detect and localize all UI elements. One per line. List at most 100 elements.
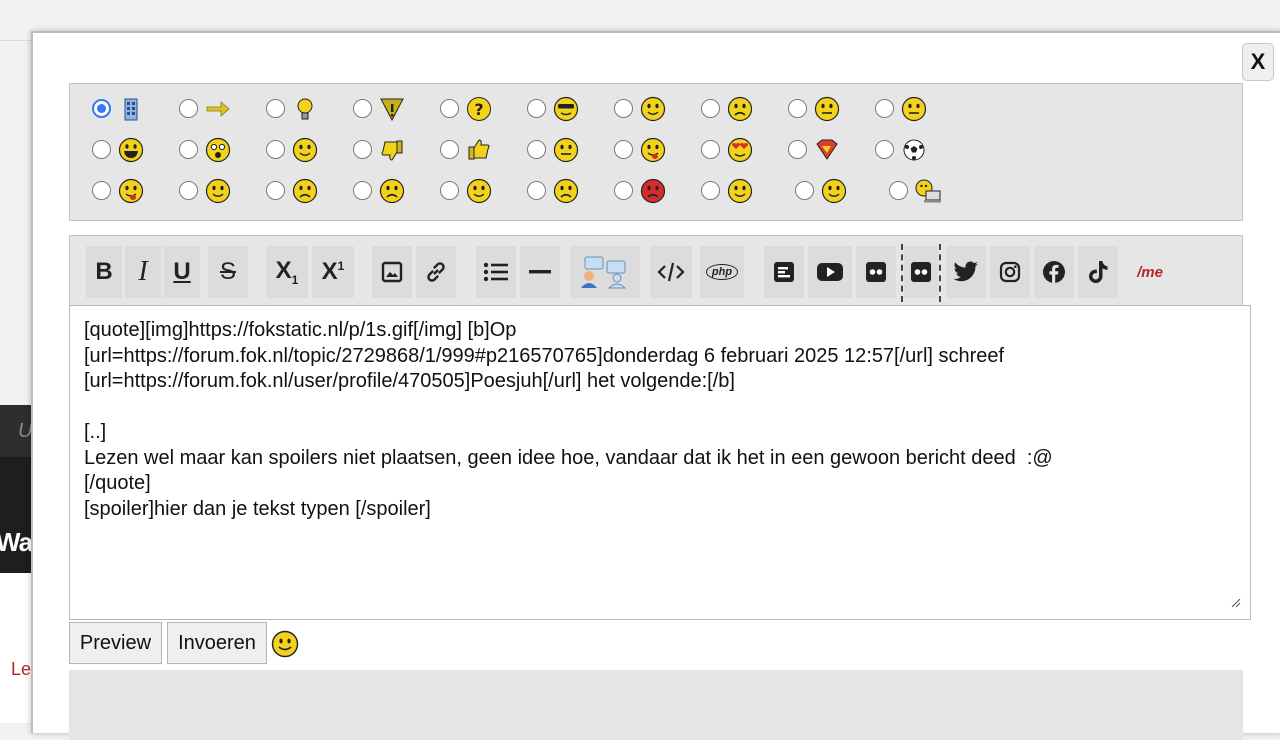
code-button[interactable]: [650, 246, 692, 298]
icon-option-frown[interactable]: [701, 93, 771, 125]
icon-radio[interactable]: [92, 99, 111, 118]
icon-radio[interactable]: [440, 99, 459, 118]
icon-option-drooling[interactable]: [92, 175, 162, 207]
link-button[interactable]: [416, 246, 456, 298]
icon-radio[interactable]: [788, 99, 807, 118]
icon-option-sad[interactable]: [266, 175, 336, 207]
lightbulb-icon: [297, 98, 313, 120]
icon-option-question[interactable]: ?: [440, 93, 510, 125]
icon-radio[interactable]: [875, 99, 894, 118]
icon-radio[interactable]: [440, 181, 459, 200]
flickr-set-icon: [911, 262, 931, 282]
icon-radio[interactable]: [788, 140, 807, 159]
icon-radio[interactable]: [179, 99, 198, 118]
superscript-icon: X1: [321, 258, 345, 285]
youtube-button[interactable]: [808, 246, 852, 298]
preview-button[interactable]: Preview: [69, 622, 162, 664]
icon-radio[interactable]: [614, 181, 633, 200]
icon-option-clap[interactable]: [701, 175, 771, 207]
icon-option-smile[interactable]: [614, 93, 684, 125]
php-code-button[interactable]: php: [700, 246, 744, 298]
italic-button[interactable]: I: [125, 246, 161, 298]
icon-radio[interactable]: [701, 140, 720, 159]
icon-option-blush[interactable]: [440, 175, 510, 207]
icon-radio[interactable]: [614, 99, 633, 118]
bold-icon: B: [95, 258, 113, 285]
flickr-set-button[interactable]: [904, 246, 938, 298]
subscript-button[interactable]: X1: [266, 246, 308, 298]
horizontal-rule-button[interactable]: [520, 246, 560, 298]
icon-option-football[interactable]: [875, 134, 945, 166]
icon-radio[interactable]: [527, 140, 546, 159]
instagram-button[interactable]: [990, 246, 1030, 298]
icon-option-happy[interactable]: [179, 175, 249, 207]
icon-option-thumbs-down[interactable]: [353, 134, 423, 166]
icon-option-grin[interactable]: [92, 134, 162, 166]
page-link-text[interactable]: Le: [11, 659, 31, 680]
icon-radio[interactable]: [353, 181, 372, 200]
icon-radio[interactable]: [527, 99, 546, 118]
quote-button[interactable]: [570, 246, 640, 298]
icon-radio[interactable]: [614, 140, 633, 159]
icon-option-sad2[interactable]: [353, 175, 423, 207]
icon-radio[interactable]: [266, 140, 285, 159]
icon-radio[interactable]: [527, 181, 546, 200]
underline-button[interactable]: U: [164, 246, 200, 298]
icon-option-computer[interactable]: [889, 175, 959, 207]
icon-option-love[interactable]: [701, 134, 771, 166]
icon-radio[interactable]: [179, 181, 198, 200]
tiktok-button[interactable]: [1078, 246, 1118, 298]
grin-icon: [118, 137, 144, 163]
cool-icon: [553, 96, 579, 122]
resize-grip-icon[interactable]: [1229, 596, 1241, 608]
image-button[interactable]: [372, 246, 412, 298]
submit-button[interactable]: Invoeren: [167, 622, 267, 664]
icon-radio[interactable]: [92, 181, 111, 200]
icon-radio[interactable]: [266, 99, 285, 118]
icon-radio[interactable]: [266, 181, 285, 200]
icon-option-cool[interactable]: [527, 93, 597, 125]
icon-option-angry[interactable]: [527, 175, 597, 207]
flickr-button[interactable]: [856, 246, 896, 298]
me-button[interactable]: /me: [1128, 246, 1172, 298]
icon-option-smile2[interactable]: [266, 134, 336, 166]
icon-radio[interactable]: [889, 181, 908, 200]
icon-radio[interactable]: [440, 140, 459, 159]
icon-option-surprised[interactable]: [179, 134, 249, 166]
icon-option-tongue[interactable]: [614, 134, 684, 166]
icon-radio[interactable]: [875, 140, 894, 159]
icon-option-superman[interactable]: [788, 134, 858, 166]
list-button[interactable]: [476, 246, 516, 298]
code-icon: [657, 262, 685, 282]
bold-button[interactable]: B: [86, 246, 122, 298]
icon-radio[interactable]: [92, 140, 111, 159]
spoiler-button[interactable]: [764, 246, 804, 298]
facebook-button[interactable]: [1034, 246, 1074, 298]
blush-icon: [466, 178, 492, 204]
icon-radio[interactable]: [353, 99, 372, 118]
question-icon: ?: [467, 97, 491, 121]
icon-radio[interactable]: [179, 140, 198, 159]
list-icon: [483, 262, 508, 282]
icon-option-lightbulb[interactable]: [266, 93, 336, 125]
icon-option-building[interactable]: [92, 93, 162, 125]
superscript-button[interactable]: X1: [312, 246, 354, 298]
icon-radio[interactable]: [795, 181, 814, 200]
icon-option-unimpressed[interactable]: [875, 93, 945, 125]
strikethrough-button[interactable]: S: [208, 246, 248, 298]
icon-option-warning[interactable]: [353, 93, 423, 125]
smiley-picker-icon[interactable]: [271, 630, 299, 658]
message-textarea[interactable]: [quote][img]https://fokstatic.nl/p/1s.gi…: [69, 305, 1251, 620]
icon-option-arrow-right[interactable]: [179, 93, 249, 125]
icon-option-mad[interactable]: [788, 93, 858, 125]
icon-radio[interactable]: [353, 140, 372, 159]
icon-option-thumbs-up[interactable]: [440, 134, 510, 166]
icon-option-wave[interactable]: [795, 175, 865, 207]
angry-icon: [553, 178, 579, 204]
icon-radio[interactable]: [701, 99, 720, 118]
icon-radio[interactable]: [701, 181, 720, 200]
icon-option-devil[interactable]: [614, 175, 684, 207]
close-button[interactable]: X: [1242, 43, 1274, 81]
twitter-button[interactable]: [946, 246, 986, 298]
icon-option-neutral[interactable]: [527, 134, 597, 166]
